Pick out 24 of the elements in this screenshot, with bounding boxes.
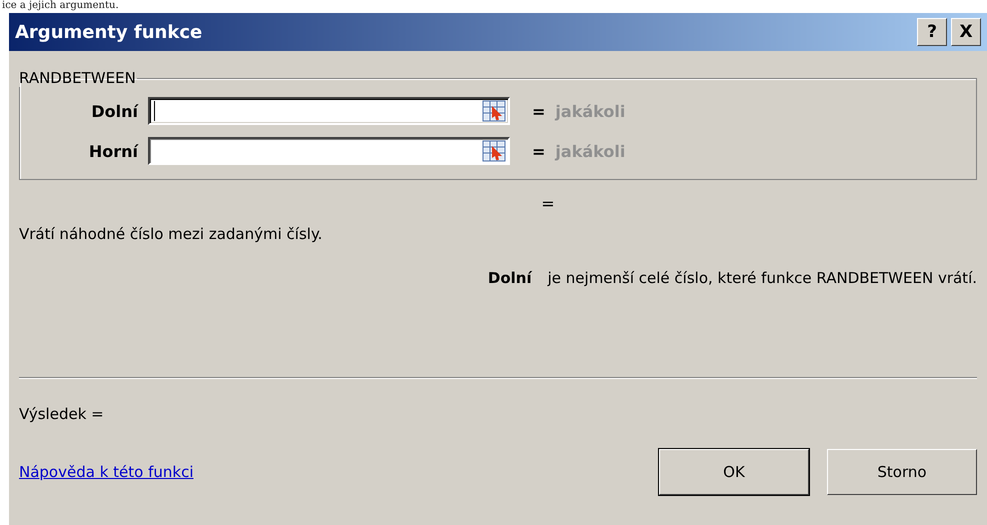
equals-sign: = (532, 102, 546, 120)
ok-button[interactable]: OK (659, 449, 809, 495)
group-label: RANDBETWEEN (18, 69, 137, 87)
window-title: Argumenty funkce (15, 22, 202, 42)
argument-label: Dolní (90, 102, 140, 120)
argument-name: Dolní (488, 269, 532, 287)
text-cursor (154, 101, 155, 121)
argument-result: jakákoli (555, 102, 626, 120)
equals-sign: = (532, 142, 546, 160)
range-select-icon[interactable] (482, 100, 506, 122)
argument-result: jakákoli (555, 142, 626, 160)
formula-result: = (540, 194, 556, 213)
argument-description: je nejmenší celé číslo, které funkce RANDBETWEEN vrátí. (548, 269, 977, 287)
argument-field[interactable] (148, 97, 510, 125)
cancel-button[interactable]: Storno (827, 449, 977, 495)
argument-label: Horní (88, 142, 140, 160)
close-button[interactable]: X (951, 18, 981, 46)
argument-field[interactable] (148, 137, 510, 165)
page-text: ice a jejich argumentu. (1, 0, 120, 12)
result-label: Výsledek = (19, 405, 105, 423)
range-select-icon[interactable] (482, 140, 506, 162)
function-description: Vrátí náhodné číslo mezi zadanými čísly. (19, 225, 324, 243)
help-button[interactable]: ? (917, 18, 947, 46)
help-link[interactable]: Nápověda k této funkci (19, 463, 194, 481)
